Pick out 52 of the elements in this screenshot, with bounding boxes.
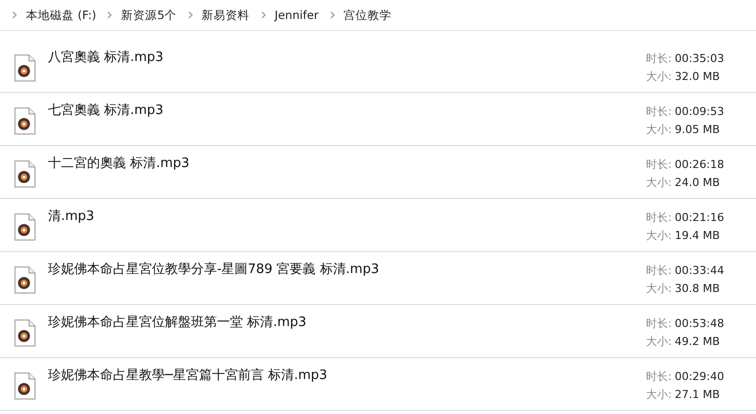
duration-value: 00:21:16 bbox=[674, 210, 724, 226]
duration-value: 00:33:44 bbox=[674, 263, 724, 279]
duration-value: 00:35:03 bbox=[674, 51, 724, 67]
size-label: 大小: bbox=[646, 69, 672, 85]
size-label: 大小: bbox=[646, 122, 672, 138]
chevron-icon bbox=[107, 11, 112, 19]
chevron-icon bbox=[12, 11, 17, 19]
size-value: 19.4 MB bbox=[674, 228, 720, 244]
size-label: 大小: bbox=[646, 334, 672, 350]
audio-file-icon bbox=[14, 372, 36, 400]
breadcrumb-item[interactable]: 宫位教学 bbox=[344, 8, 392, 22]
audio-file-icon bbox=[14, 213, 36, 241]
size-value: 27.1 MB bbox=[674, 387, 720, 403]
duration-value: 00:09:53 bbox=[674, 104, 724, 120]
chevron-icon bbox=[260, 11, 266, 19]
size-label: 大小: bbox=[646, 228, 672, 244]
duration-value: 00:29:40 bbox=[674, 369, 724, 385]
chevron-icon bbox=[188, 11, 193, 19]
size-value: 24.0 MB bbox=[674, 175, 720, 191]
duration-value: 00:26:18 bbox=[674, 157, 724, 173]
chevron-icon bbox=[330, 11, 335, 19]
duration-label: 时长: bbox=[646, 51, 672, 67]
size-value: 30.8 MB bbox=[674, 281, 720, 297]
size-value: 9.05 MB bbox=[674, 122, 720, 138]
breadcrumb-item[interactable]: 本地磁盘 (F:) bbox=[26, 8, 96, 22]
audio-file-icon bbox=[14, 160, 36, 188]
duration-label: 时长: bbox=[646, 316, 672, 332]
audio-file-icon bbox=[14, 54, 36, 82]
breadcrumb-item[interactable]: 新资源5个 bbox=[121, 8, 177, 22]
audio-file-icon bbox=[14, 107, 36, 135]
size-value: 49.2 MB bbox=[674, 334, 720, 350]
file-name[interactable]: 珍妮佛本命占星宮位教學分享-星圖789 宮要義 标清.mp3 bbox=[48, 260, 646, 278]
duration-label: 时长: bbox=[646, 157, 672, 173]
size-label: 大小: bbox=[646, 281, 672, 297]
file-name[interactable]: 珍妮佛本命占星教學─星宮篇十宮前言 标清.mp3 bbox=[48, 366, 646, 384]
file-name[interactable]: 清.mp3 bbox=[48, 207, 646, 225]
file-name[interactable]: 七宮奧義 标清.mp3 bbox=[48, 101, 646, 119]
duration-value: 00:53:48 bbox=[674, 316, 724, 332]
size-label: 大小: bbox=[646, 175, 672, 191]
duration-label: 时长: bbox=[646, 369, 672, 385]
file-name[interactable]: 十二宮的奧義 标清.mp3 bbox=[48, 154, 646, 172]
duration-label: 时长: bbox=[646, 263, 672, 279]
size-value: 32.0 MB bbox=[674, 69, 720, 85]
duration-label: 时长: bbox=[646, 210, 672, 226]
file-name[interactable]: 珍妮佛本命占星宮位解盤班第一堂 标清.mp3 bbox=[48, 313, 646, 331]
audio-file-icon bbox=[14, 266, 36, 294]
audio-file-icon bbox=[14, 319, 36, 347]
breadcrumb-item[interactable]: 新易资料 bbox=[202, 8, 250, 22]
breadcrumb-item[interactable]: Jennifer bbox=[274, 8, 319, 22]
duration-label: 时长: bbox=[646, 104, 672, 120]
file-name[interactable]: 八宮奧義 标清.mp3 bbox=[48, 48, 646, 66]
size-label: 大小: bbox=[646, 387, 672, 403]
